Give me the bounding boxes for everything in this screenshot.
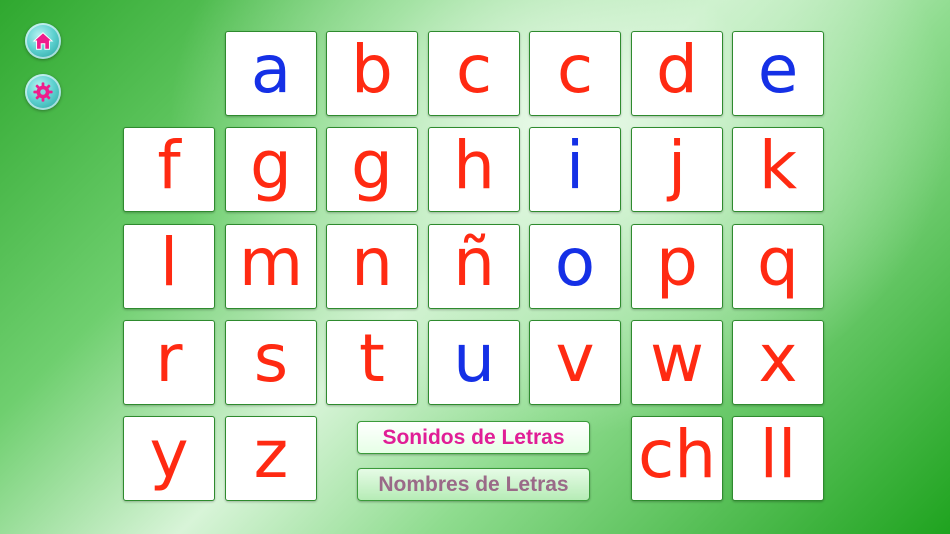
letter-tile-x[interactable]: x [732,320,824,405]
letter-c: c [556,30,594,108]
letter-tile-z[interactable]: z [225,416,317,501]
letter-tile-l[interactable]: l [123,224,215,309]
letter-tile-ll[interactable]: ll [732,416,824,501]
letter-z: z [253,415,289,493]
gear-icon [33,82,53,102]
letter-tile-t[interactable]: t [326,320,418,405]
letter-tile-f[interactable]: f [123,127,215,212]
letter-tile-q[interactable]: q [732,224,824,309]
letter-sounds-button[interactable]: Sonidos de Letras [357,421,590,454]
letter-tile-v[interactable]: v [529,320,621,405]
letter-a: a [250,30,292,108]
letter-tile-m[interactable]: m [225,224,317,309]
letter-tile-o[interactable]: o [529,224,621,309]
letter-ch: ch [637,415,717,493]
settings-button[interactable] [25,74,61,110]
letter-names-button[interactable]: Nombres de Letras [357,468,590,501]
letter-p: p [656,223,698,301]
letter-i: i [565,126,585,204]
letter-tile-w[interactable]: w [631,320,723,405]
letter-tile-enye[interactable]: ñ [428,224,520,309]
letter-b: b [351,30,393,108]
letter-y: y [149,415,189,493]
letter-tile-d[interactable]: d [631,31,723,116]
letter-tile-g[interactable]: g [225,127,317,212]
home-icon [32,32,54,50]
letter-g: g [351,126,393,204]
letter-h: h [453,126,495,204]
letter-m: m [238,223,304,301]
letter-tile-g-2[interactable]: g [326,127,418,212]
letter-o: o [554,223,596,301]
letter-x: x [758,319,798,397]
home-button[interactable] [25,23,61,59]
letter-w: w [650,319,704,397]
letter-k: k [758,126,798,204]
letter-q: q [757,223,799,301]
letter-tile-y[interactable]: y [123,416,215,501]
letter-t: t [359,319,385,397]
letter-tile-n[interactable]: n [326,224,418,309]
letter-tile-u[interactable]: u [428,320,520,405]
letter-n: n [351,223,393,301]
letter-tile-s[interactable]: s [225,320,317,405]
letter-s: s [253,319,289,397]
letter-g: g [250,126,292,204]
letter-tile-a[interactable]: a [225,31,317,116]
letter-c: c [455,30,493,108]
letter-tile-k[interactable]: k [732,127,824,212]
letter-tile-h[interactable]: h [428,127,520,212]
letter-j: j [667,126,687,204]
letter-tile-b[interactable]: b [326,31,418,116]
letter-tile-c-2[interactable]: c [529,31,621,116]
letter-u: u [453,319,495,397]
letter-tile-e[interactable]: e [732,31,824,116]
letter-tile-p[interactable]: p [631,224,723,309]
letter-ll: ll [759,415,797,493]
letter-r: r [155,319,183,397]
letter-tile-ch[interactable]: ch [631,416,723,501]
letter-tile-i[interactable]: i [529,127,621,212]
letter-d: d [656,30,698,108]
letter-v: v [555,319,595,397]
letter-e: e [757,30,799,108]
letter-enye: ñ [453,223,495,301]
letter-l: l [159,223,179,301]
letter-tile-j[interactable]: j [631,127,723,212]
letter-f: f [157,126,181,204]
letter-tile-c[interactable]: c [428,31,520,116]
letter-tile-r[interactable]: r [123,320,215,405]
